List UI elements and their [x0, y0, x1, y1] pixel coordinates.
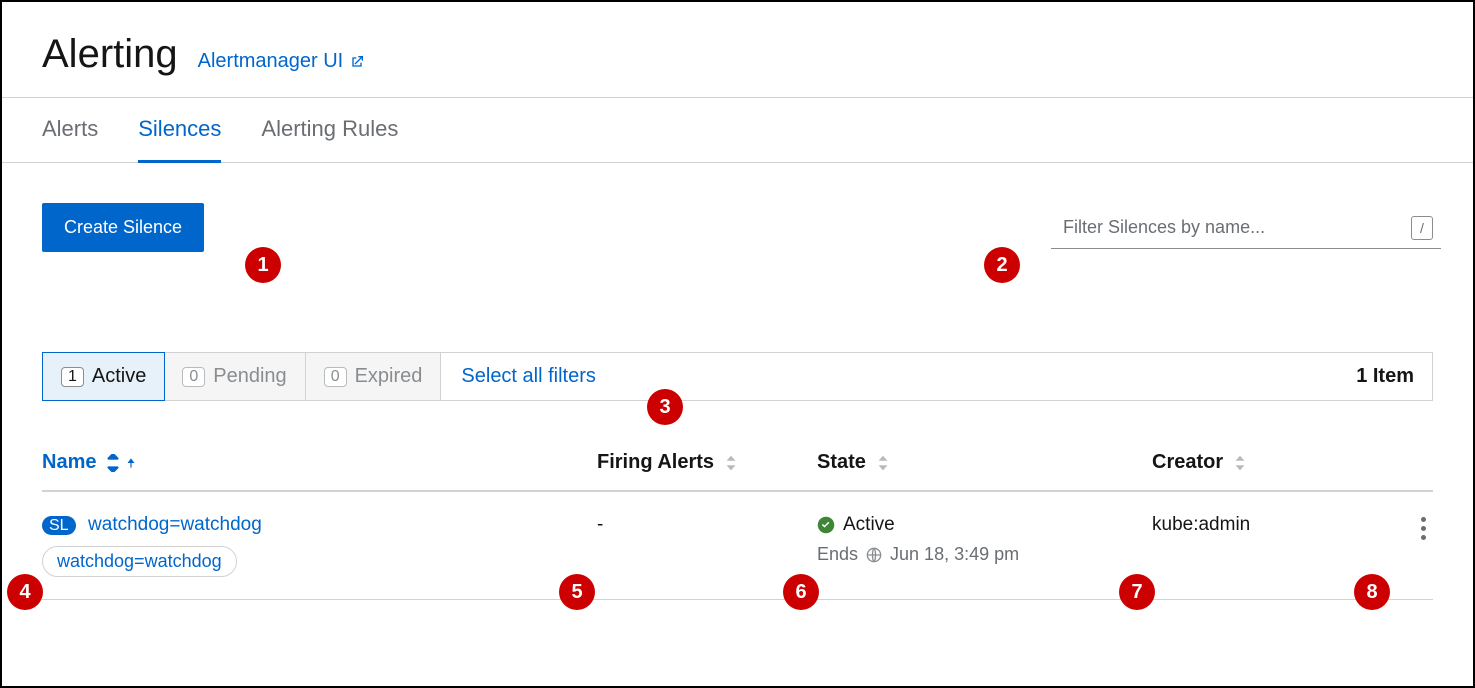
callout-7: 7	[1119, 574, 1155, 610]
create-silence-button[interactable]: Create Silence	[42, 203, 204, 252]
tab-alerts[interactable]: Alerts	[42, 98, 98, 163]
check-circle-icon	[817, 516, 835, 534]
callout-4: 4	[7, 574, 43, 610]
filters-row: 1 Active 0 Pending 0 Expired Select all …	[42, 352, 1433, 401]
slash-key-hint: /	[1411, 216, 1433, 240]
firing-alerts-cell: -	[597, 514, 817, 536]
creator-cell: kube:admin	[1152, 514, 1383, 536]
globe-icon	[866, 547, 882, 563]
sort-up-arrow-icon	[124, 454, 138, 472]
filter-pending-count: 0	[182, 367, 205, 387]
sort-icon	[724, 454, 738, 472]
silence-name-link[interactable]: watchdog=watchdog	[88, 514, 262, 535]
filter-active-label: Active	[92, 365, 146, 388]
ends-label: Ends	[817, 544, 858, 565]
column-state[interactable]: State	[817, 451, 1152, 474]
ends-time: Jun 18, 3:49 pm	[890, 544, 1019, 565]
filter-active-count: 1	[61, 367, 84, 387]
sort-icon	[1233, 454, 1247, 472]
label-pill[interactable]: watchdog=watchdog	[42, 546, 237, 577]
item-count: 1 Item	[1338, 353, 1432, 400]
filter-expired-count: 0	[324, 367, 347, 387]
column-creator[interactable]: Creator	[1152, 451, 1383, 474]
external-link-icon	[349, 54, 365, 70]
tab-silences[interactable]: Silences	[138, 98, 221, 163]
tab-alerting-rules[interactable]: Alerting Rules	[261, 98, 398, 163]
state-value: Active	[843, 514, 895, 536]
callout-6: 6	[783, 574, 819, 610]
sort-icon	[876, 454, 890, 472]
filter-expired[interactable]: 0 Expired	[306, 353, 442, 400]
table-row: SL watchdog=watchdog watchdog=watchdog -…	[42, 492, 1433, 600]
alertmanager-ui-link[interactable]: Alertmanager UI	[198, 50, 366, 73]
column-firing-alerts[interactable]: Firing Alerts	[597, 451, 817, 474]
callout-1: 1	[245, 247, 281, 283]
filter-pending[interactable]: 0 Pending	[164, 353, 305, 400]
callout-5: 5	[559, 574, 595, 610]
select-all-filters[interactable]: Select all filters	[441, 353, 616, 400]
kebab-menu-button[interactable]	[1413, 514, 1433, 542]
column-name[interactable]: Name	[42, 451, 597, 474]
filter-active[interactable]: 1 Active	[42, 352, 165, 401]
page-title: Alerting	[42, 32, 178, 77]
tabs: Alerts Silences Alerting Rules	[2, 97, 1473, 163]
callout-3: 3	[647, 389, 683, 425]
callout-2: 2	[984, 247, 1020, 283]
resource-badge: SL	[42, 516, 76, 535]
callout-8: 8	[1354, 574, 1390, 610]
filter-expired-label: Expired	[355, 365, 423, 388]
filter-pending-label: Pending	[213, 365, 286, 388]
silences-table: Name Firing Alerts State Creator SL	[42, 451, 1433, 600]
search-input[interactable]	[1051, 207, 1441, 249]
sort-asc-icon	[106, 454, 120, 472]
alertmanager-ui-label: Alertmanager UI	[198, 50, 344, 73]
